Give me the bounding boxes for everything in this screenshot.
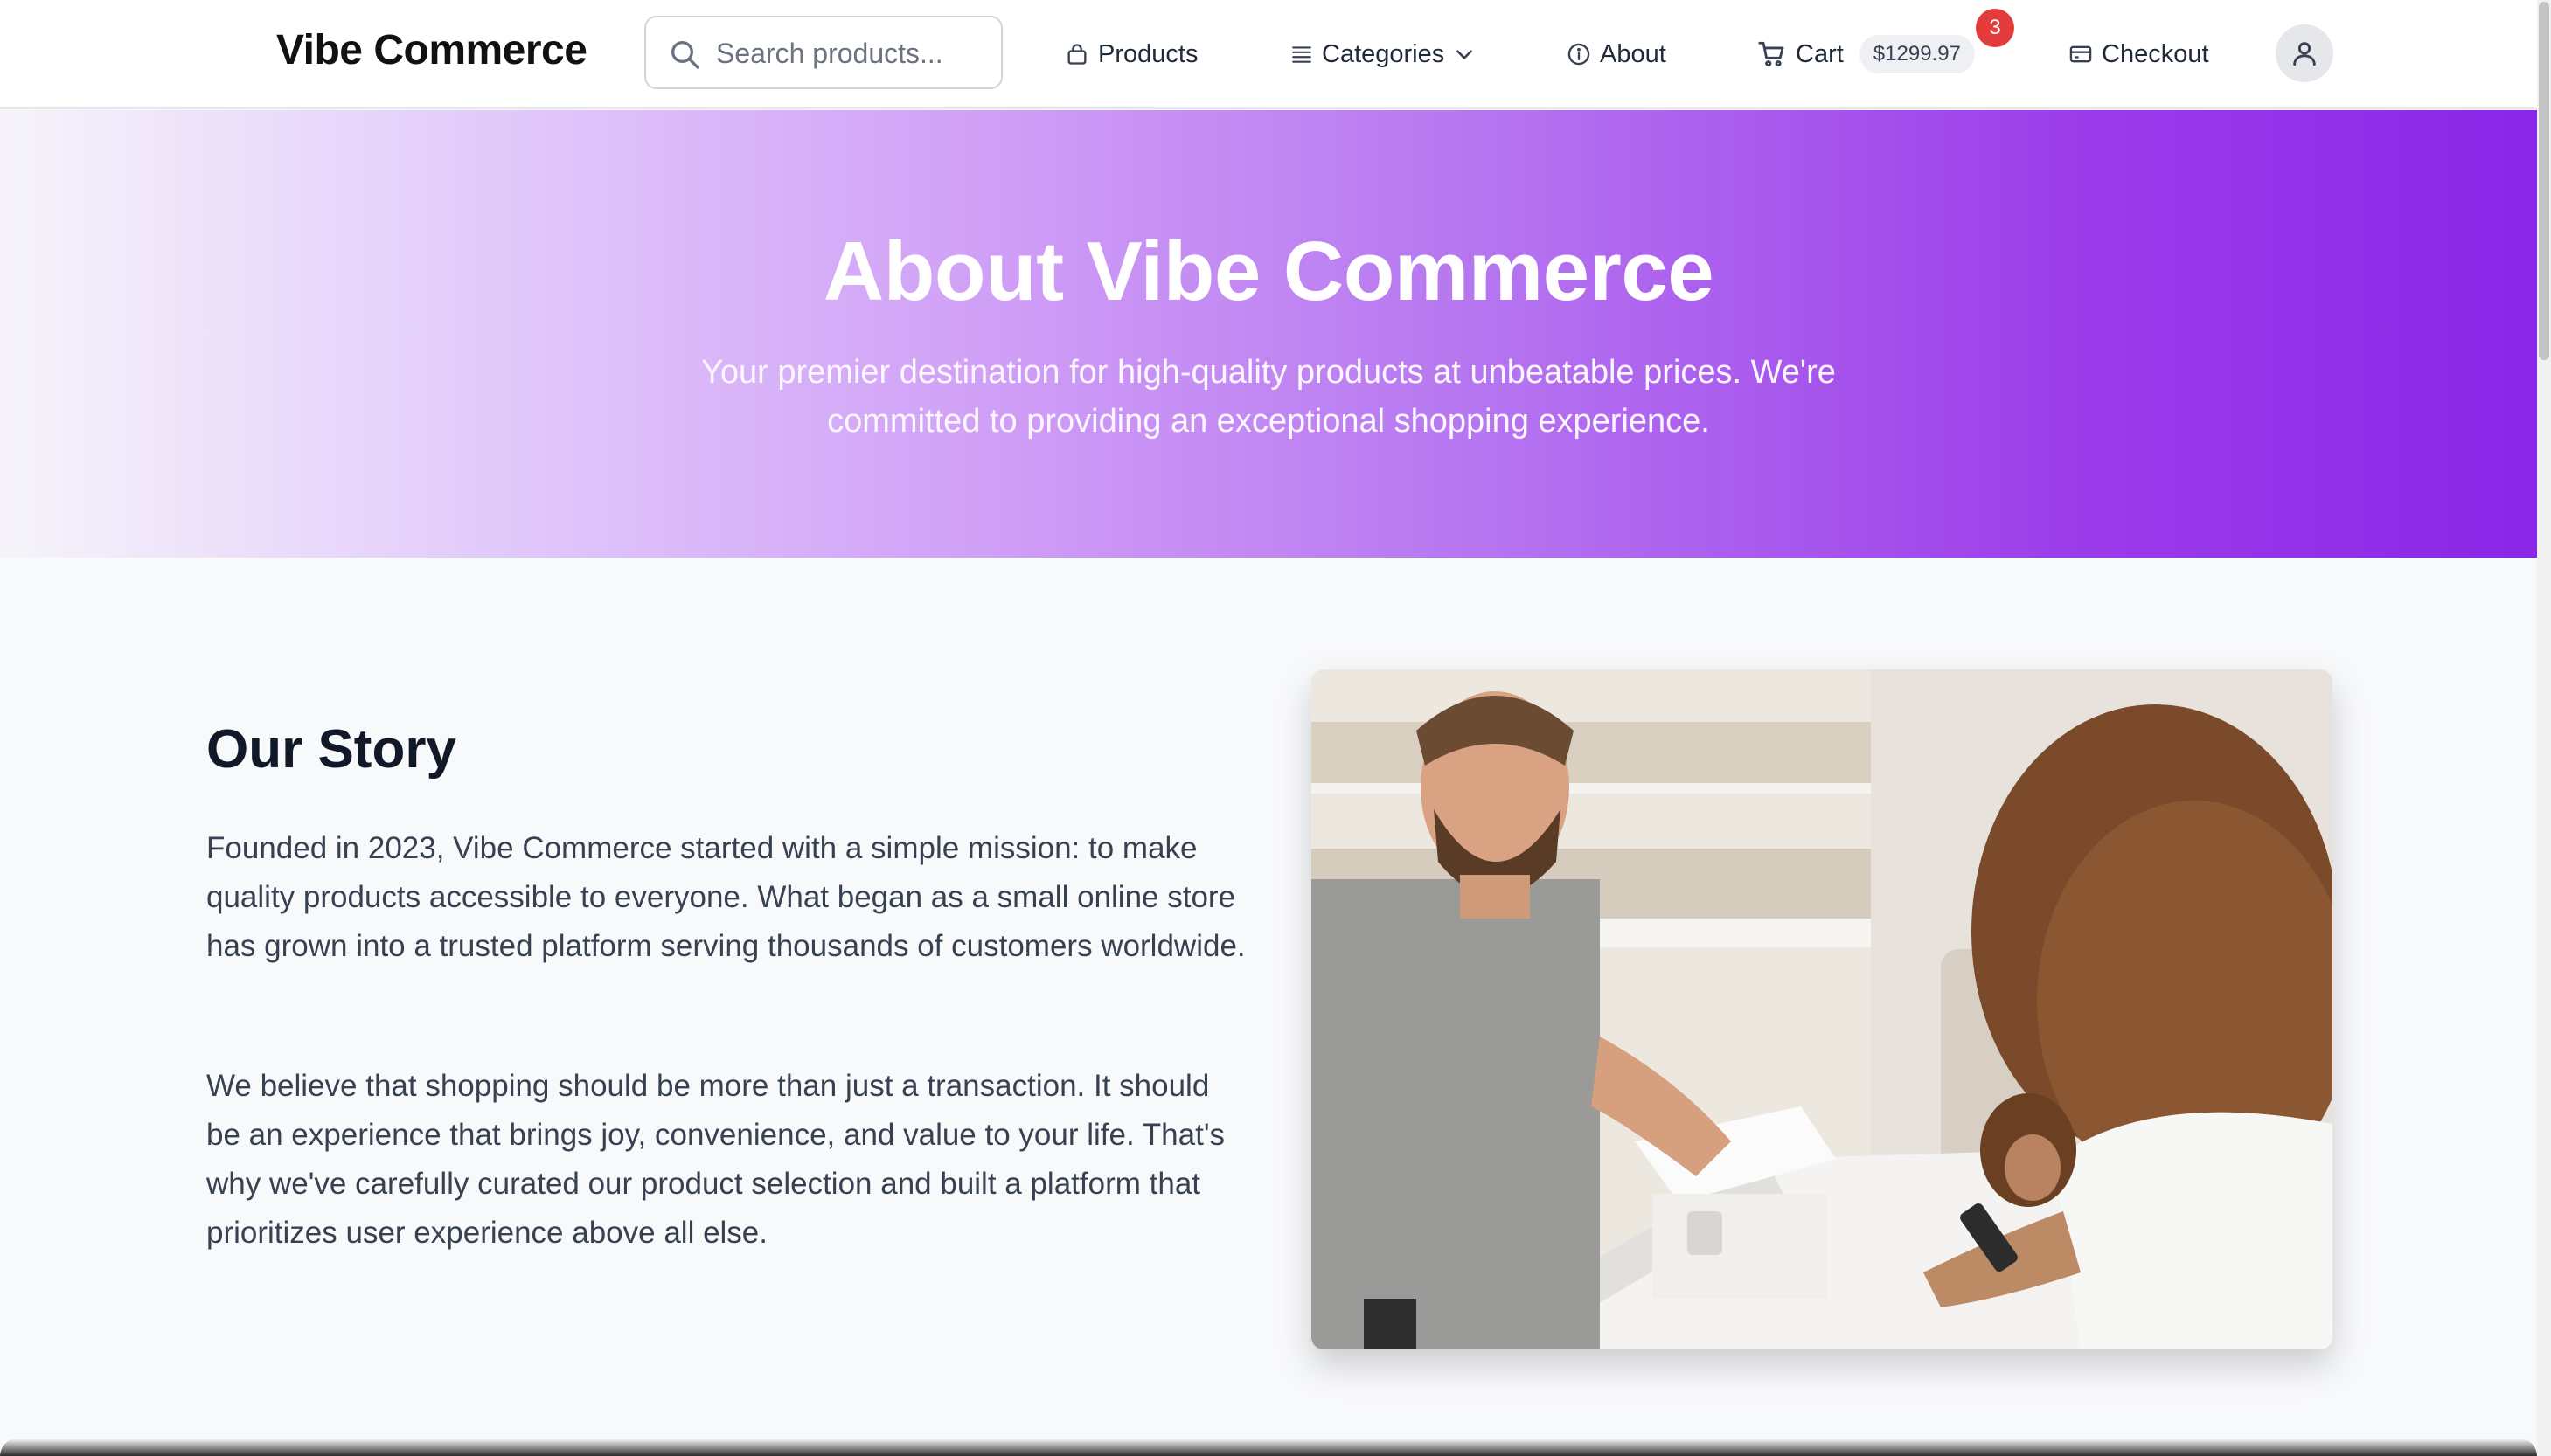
site-logo[interactable]: Vibe Commerce: [276, 26, 587, 74]
card-icon: [2069, 45, 2092, 63]
nav-products-label: Products: [1098, 39, 1199, 68]
hero-banner: About Vibe Commerce Your premier destina…: [0, 110, 2537, 558]
nav-categories[interactable]: Categories: [1290, 30, 1476, 79]
nav-categories-label: Categories: [1322, 39, 1445, 68]
nav-cart-label: Cart: [1796, 39, 1844, 68]
nav-products[interactable]: Products: [1065, 30, 1198, 79]
hero-subtitle: Your premier destination for high-qualit…: [701, 354, 1836, 440]
scrollbar-thumb[interactable]: [2539, 2, 2549, 360]
nav-checkout[interactable]: Checkout: [2068, 30, 2209, 79]
cart-total: $1299.97: [1859, 35, 1975, 73]
list-icon: [1292, 46, 1311, 63]
search-box[interactable]: [644, 16, 1003, 89]
cart-count-badge: 3: [1976, 9, 2014, 47]
bag-icon: [1067, 44, 1087, 65]
story-paragraph: We believe that shopping should be more …: [206, 1069, 1225, 1250]
store-photo: [1311, 669, 2332, 1349]
nav-cart[interactable]: Cart $1299.97: [1757, 30, 1975, 79]
page-title: About Vibe Commerce: [823, 225, 1714, 318]
vertical-scrollbar[interactable]: [2537, 0, 2551, 1456]
user-icon: [2293, 42, 2316, 66]
user-avatar-button[interactable]: [2276, 24, 2333, 82]
search-icon: [671, 41, 699, 69]
section-title-our-story: Our Story: [206, 719, 456, 780]
story-paragraph: Founded in 2023, Vibe Commerce started w…: [206, 831, 1246, 963]
window-bottom-edge: [0, 1439, 2537, 1456]
nav-checkout-label: Checkout: [2102, 39, 2209, 68]
search-input[interactable]: [716, 33, 987, 73]
chevron-down-icon: [1456, 50, 1473, 59]
info-icon: [1567, 43, 1590, 66]
top-navbar: Vibe Commerce Products Categories About …: [0, 0, 2537, 109]
nav-about[interactable]: About: [1567, 30, 1666, 79]
cart-icon: [1758, 41, 1784, 67]
nav-about-label: About: [1600, 39, 1666, 68]
